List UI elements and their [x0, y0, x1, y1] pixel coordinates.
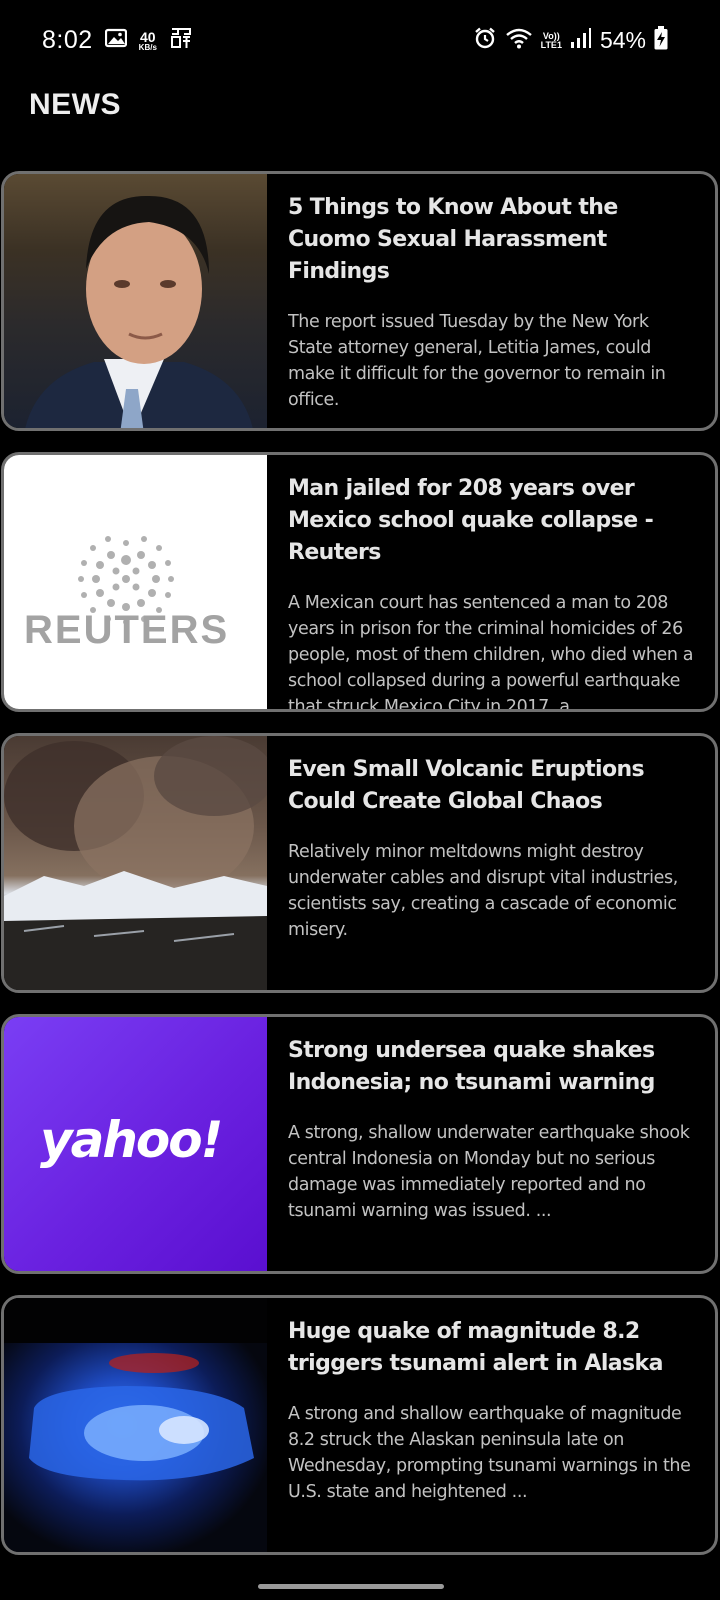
news-card[interactable]: Huge quake of magnitude 8.2 triggers tsu…: [1, 1295, 718, 1555]
battery-percentage: 54%: [599, 27, 646, 53]
net-speed-indicator: 40 KB/s: [139, 30, 157, 52]
news-card[interactable]: yahoo! Strong undersea quake shakes Indo…: [1, 1014, 718, 1274]
battery-charging-icon: [654, 26, 668, 55]
news-thumbnail-police-lights: [4, 1298, 267, 1552]
status-bar: 8:02 40 KB/s Vo)) LTE1 54%: [0, 0, 720, 80]
news-card[interactable]: 5 Things to Know About the Cuomo Sexual …: [1, 171, 718, 431]
news-card-text: Man jailed for 208 years over Mexico sch…: [288, 473, 698, 712]
news-card-text: 5 Things to Know About the Cuomo Sexual …: [288, 192, 698, 413]
yahoo-logo-text: yahoo!: [40, 1111, 223, 1169]
gallery-icon: [104, 28, 127, 53]
news-thumbnail-volcano: [4, 736, 267, 990]
news-card-text: Even Small Volcanic Eruptions Could Crea…: [288, 754, 698, 943]
page-title: NEWS: [29, 88, 121, 121]
news-headline[interactable]: Man jailed for 208 years over Mexico sch…: [288, 473, 698, 569]
news-summary: A strong, shallow underwater earthquake …: [288, 1123, 690, 1221]
news-summary: A Mexican court has sentenced a man to 2…: [288, 593, 694, 712]
signal-icon: [570, 27, 592, 54]
status-time: 8:02: [42, 26, 93, 54]
news-headline[interactable]: 5 Things to Know About the Cuomo Sexual …: [288, 192, 698, 288]
sim-notification-icon: [169, 26, 193, 55]
news-summary: A strong and shallow earthquake of magni…: [288, 1404, 691, 1502]
status-left: 8:02 40 KB/s: [42, 26, 193, 55]
reuters-logo-text: REUTERS: [24, 608, 230, 652]
news-card[interactable]: Even Small Volcanic Eruptions Could Crea…: [1, 733, 718, 993]
lte-label: LTE1: [540, 39, 562, 50]
volte-indicator: Vo)) LTE1: [540, 31, 562, 50]
news-card-text: Huge quake of magnitude 8.2 triggers tsu…: [288, 1316, 698, 1505]
wifi-icon: [505, 27, 533, 54]
news-card-text: Strong undersea quake shakes Indonesia; …: [288, 1035, 698, 1224]
news-summary: The report issued Tuesday by the New Yor…: [288, 312, 666, 410]
news-headline[interactable]: Even Small Volcanic Eruptions Could Crea…: [288, 754, 698, 818]
news-thumbnail-portrait: [4, 174, 267, 428]
news-card[interactable]: REUTERS Man jailed for 208 years over Me…: [1, 452, 718, 712]
news-headline[interactable]: Huge quake of magnitude 8.2 triggers tsu…: [288, 1316, 698, 1380]
news-summary: Relatively minor meltdowns might destroy…: [288, 842, 678, 940]
alarm-icon: [473, 26, 497, 55]
news-thumbnail-yahoo-logo: yahoo!: [4, 1017, 267, 1271]
status-right: Vo)) LTE1 54%: [473, 26, 668, 55]
news-headline[interactable]: Strong undersea quake shakes Indonesia; …: [288, 1035, 698, 1099]
news-thumbnail-reuters-logo: REUTERS: [4, 455, 267, 709]
net-speed-unit: KB/s: [138, 42, 157, 52]
gesture-nav-handle[interactable]: [258, 1584, 444, 1589]
reuters-dots-icon: [78, 536, 174, 625]
net-speed-value: 40: [140, 28, 156, 45]
